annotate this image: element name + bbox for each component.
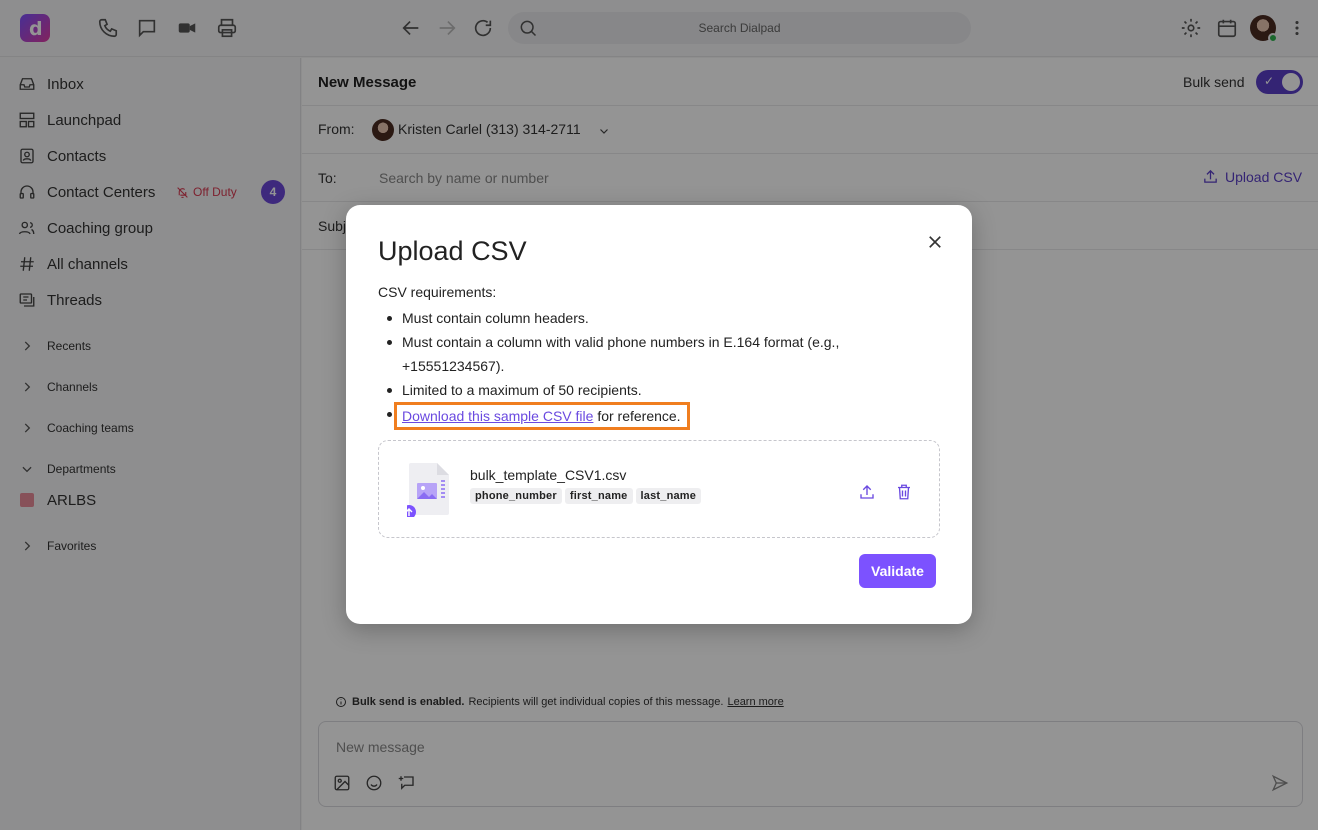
validate-button[interactable]: Validate: [859, 554, 936, 588]
column-chip: last_name: [635, 488, 702, 504]
requirements-title: CSV requirements:: [378, 284, 497, 300]
dialog-title: Upload CSV: [378, 236, 527, 266]
upload-icon[interactable]: [858, 483, 876, 501]
column-chips: phone_number first_name last_name: [470, 488, 704, 504]
file-name: bulk_template_CSV1.csv: [470, 467, 627, 483]
file-upload-card: bulk_template_CSV1.csv phone_number firs…: [378, 440, 940, 538]
upload-csv-dialog: Upload CSV CSV requirements: Must contai…: [346, 205, 972, 624]
close-icon[interactable]: [926, 233, 944, 251]
list-item: Limited to a maximum of 50 recipients.: [378, 378, 918, 402]
highlight-box: Download this sample CSV file for refere…: [394, 402, 690, 430]
requirements-list: Must contain column headers. Must contai…: [378, 306, 918, 430]
list-item: Download this sample CSV file for refere…: [378, 402, 918, 430]
trash-icon[interactable]: [895, 483, 913, 501]
list-item: Must contain a column with valid phone n…: [378, 330, 918, 378]
csv-file-icon: [407, 463, 449, 517]
column-chip: phone_number: [470, 488, 562, 504]
download-sample-csv-link[interactable]: Download this sample CSV file: [402, 408, 593, 424]
list-item: Must contain column headers.: [378, 306, 918, 330]
column-chip: first_name: [564, 488, 633, 504]
